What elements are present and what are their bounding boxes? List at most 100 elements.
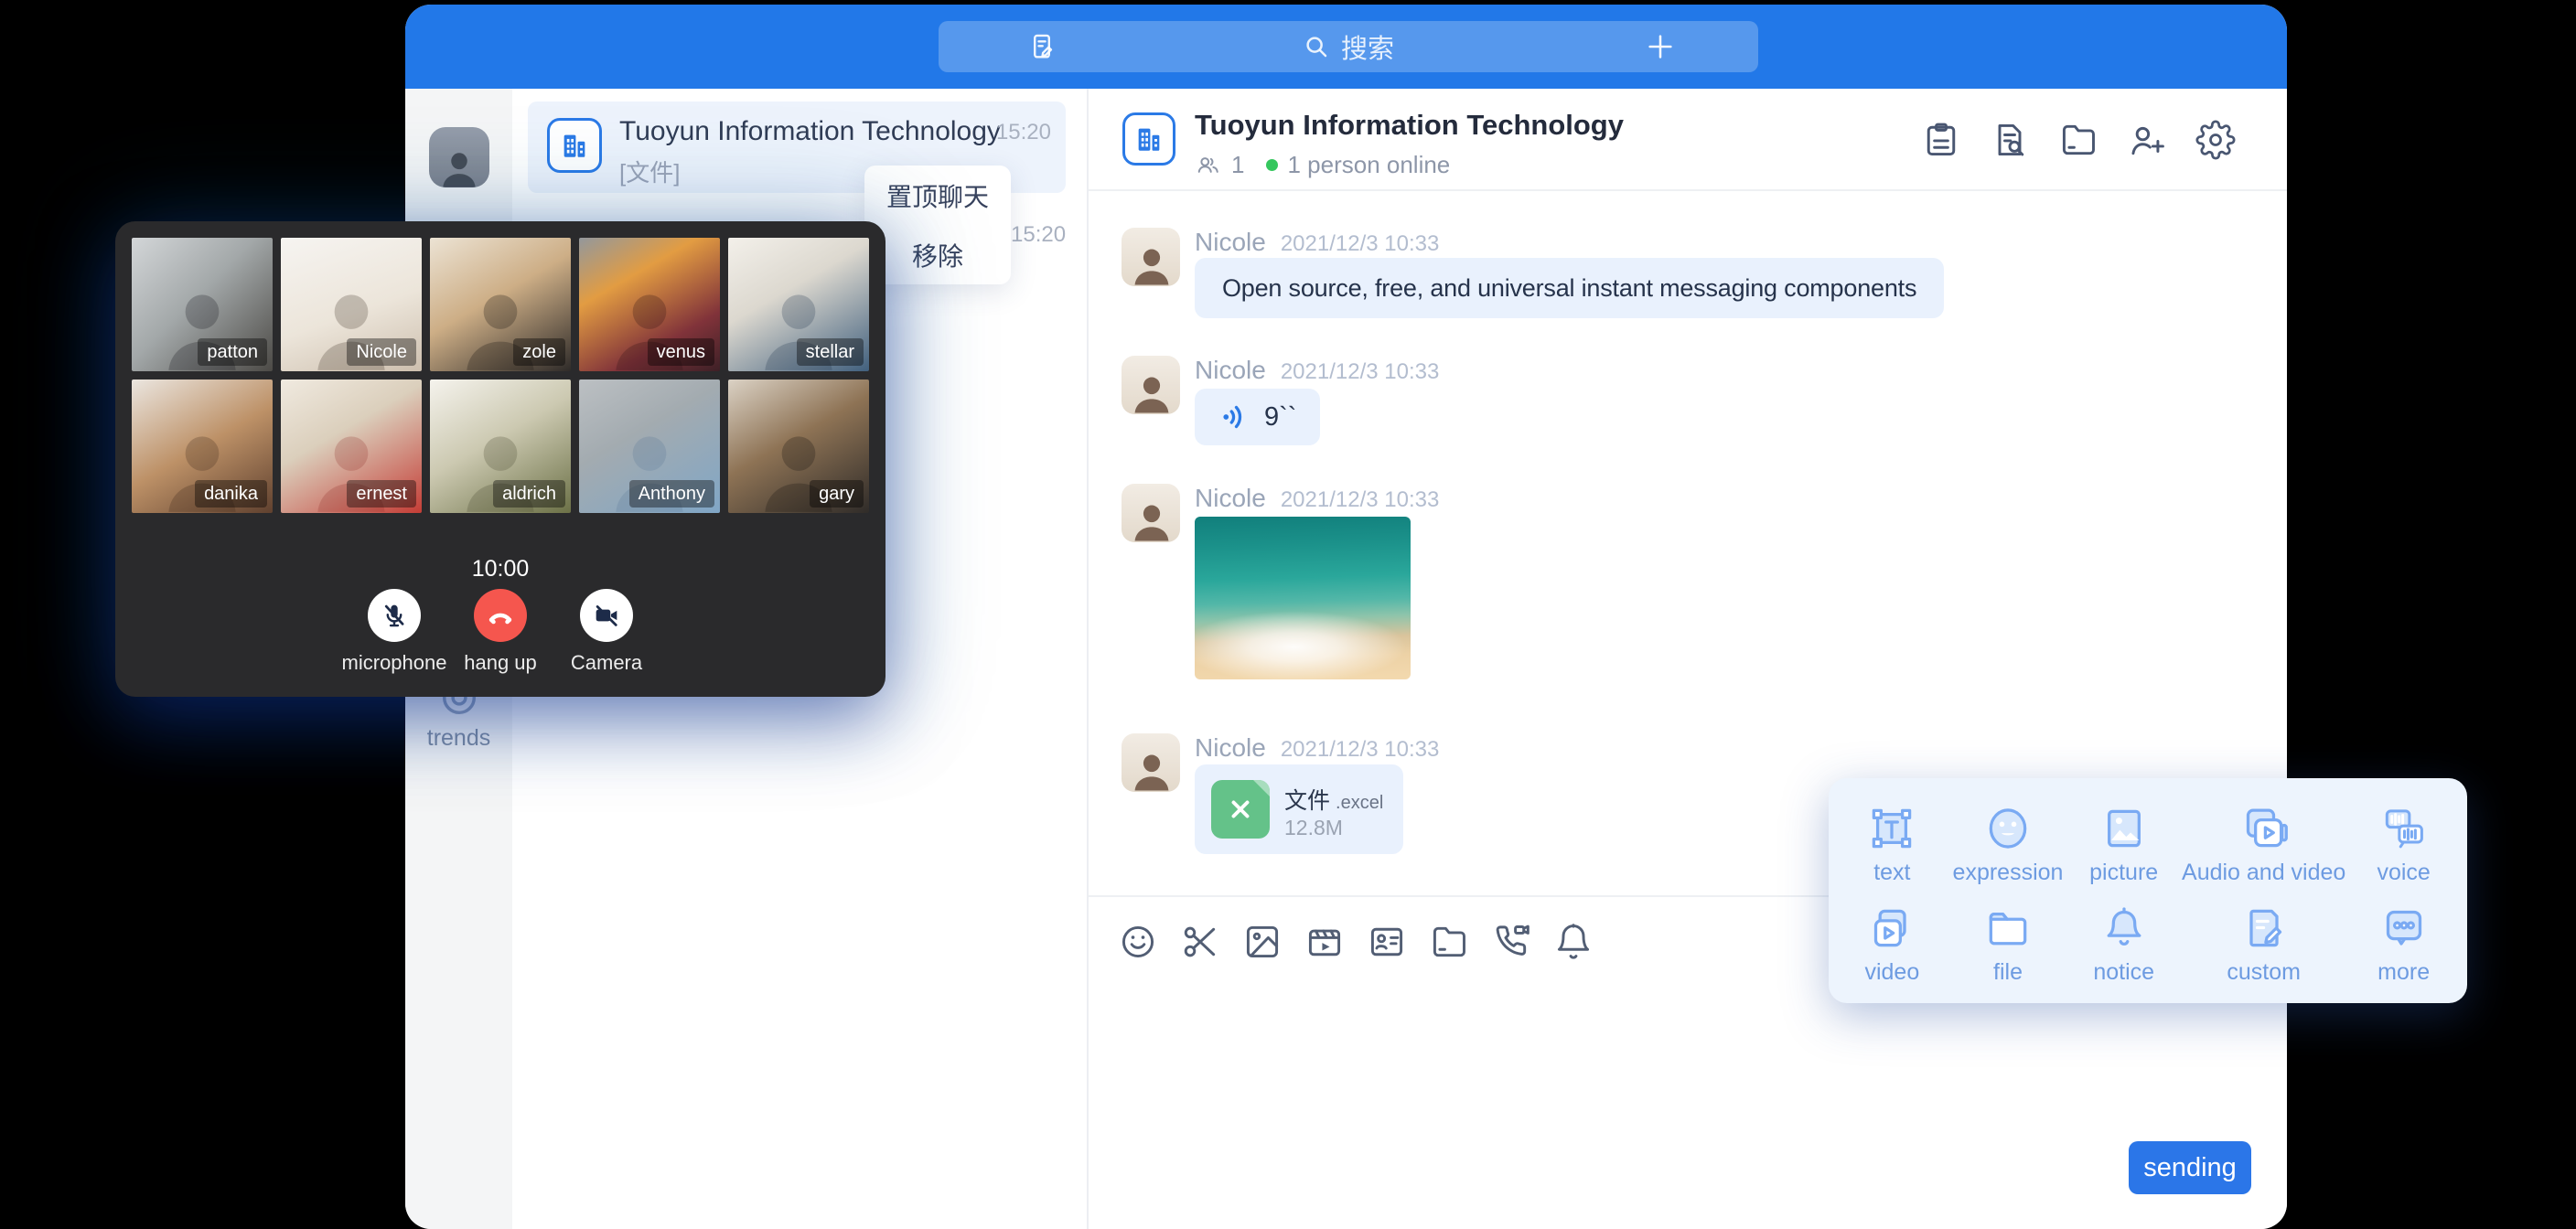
text-icon [1866, 803, 1917, 854]
excel-file-icon [1211, 780, 1270, 839]
app-topbar: 搜索 [405, 5, 2287, 89]
avatar[interactable] [1122, 484, 1180, 542]
audio-video-icon [2238, 803, 2290, 854]
popup-item-audio-video[interactable]: Audio and video [2182, 795, 2345, 894]
participant-video[interactable]: Anthony [579, 379, 720, 513]
participant-video[interactable]: zole [430, 238, 571, 371]
participant-grid: patton Nicole zole venus stellar danika [132, 238, 869, 513]
popup-item-notice[interactable]: notice [2066, 894, 2182, 994]
file-message-bubble[interactable]: 文件.excel 12.8M [1195, 764, 1403, 854]
voice-wave-icon [1218, 401, 1251, 433]
message-meta: Nicole 2021/12/3 10:33 [1195, 228, 1439, 257]
voice-duration: 9`` [1264, 402, 1296, 433]
chat-header-actions [1921, 120, 2236, 160]
camera-off-icon [580, 589, 633, 642]
group-call-panel: patton Nicole zole venus stellar danika [115, 221, 886, 697]
popup-item-file[interactable]: file [1950, 894, 2066, 994]
online-status-dot [1266, 159, 1278, 171]
popup-item-expression[interactable]: expression [1950, 795, 2066, 894]
group-avatar-icon [1122, 112, 1175, 166]
participant-video[interactable]: patton [132, 238, 273, 371]
call-timer: 10:00 [115, 556, 886, 582]
participant-video[interactable]: Nicole [281, 238, 422, 371]
picture-icon [2098, 803, 2150, 854]
more-icon [2378, 903, 2430, 954]
chat-header: Tuoyun Information Technology 1 1 person… [1089, 89, 2287, 191]
microphone-toggle-button[interactable]: microphone [350, 589, 438, 675]
file-folder-icon[interactable] [1429, 922, 1469, 962]
camera-toggle-button[interactable]: Camera [563, 589, 650, 675]
members-icon [1195, 152, 1222, 179]
files-folder-icon[interactable] [2058, 120, 2098, 160]
chat-title: Tuoyun Information Technology [1195, 109, 1624, 142]
participant-video[interactable]: aldrich [430, 379, 571, 513]
message-meta: Nicole 2021/12/3 10:33 [1195, 484, 1439, 513]
search-bar[interactable]: 搜索 [939, 21, 1758, 72]
notification-bell-icon[interactable] [1553, 922, 1594, 962]
text-message-bubble: Open source, free, and universal instant… [1195, 258, 1944, 318]
menu-item-pin-chat[interactable]: 置顶聊天 [864, 166, 1011, 225]
hang-up-button[interactable]: hang up [456, 589, 544, 675]
file-size: 12.8M [1284, 816, 1343, 840]
emoji-icon[interactable] [1118, 922, 1158, 962]
participant-video[interactable]: ernest [281, 379, 422, 513]
microphone-muted-icon [368, 589, 421, 642]
video-clapper-icon[interactable] [1304, 922, 1345, 962]
popup-item-custom[interactable]: custom [2182, 894, 2345, 994]
search-field[interactable]: 搜索 [939, 21, 1758, 72]
participant-name: zole [513, 338, 565, 366]
screenshot-scissors-icon[interactable] [1180, 922, 1220, 962]
participant-name: patton [198, 338, 267, 366]
participant-name: danika [195, 480, 267, 508]
conversation-time: 15:20 [1011, 222, 1066, 248]
image-icon[interactable] [1242, 922, 1283, 962]
popup-item-video[interactable]: video [1834, 894, 1950, 994]
settings-gear-icon[interactable] [2195, 120, 2236, 160]
file-folder-icon [1982, 903, 2034, 954]
chat-history-search-icon[interactable] [1990, 120, 2030, 160]
call-controls: microphone hang up [115, 589, 886, 675]
sender-name: Nicole [1195, 356, 1266, 385]
menu-item-remove[interactable]: 移除 [864, 225, 1011, 284]
group-avatar-icon [547, 118, 602, 173]
conversation-time: 15:20 [996, 120, 1051, 145]
popup-item-more[interactable]: more [2345, 894, 2462, 994]
image-message-beach-photo[interactable] [1195, 517, 1411, 679]
control-label: microphone [342, 651, 447, 675]
board-icon[interactable] [1921, 120, 1961, 160]
participant-name: venus [648, 338, 714, 366]
participant-name: Nicole [347, 338, 416, 366]
send-button[interactable]: sending [2129, 1141, 2251, 1194]
control-label: hang up [464, 651, 537, 675]
message-meta: Nicole 2021/12/3 10:33 [1195, 733, 1439, 763]
popup-item-voice[interactable]: voice [2345, 795, 2462, 894]
voice-icon [2378, 803, 2430, 854]
sender-name: Nicole [1195, 733, 1266, 763]
conversation-context-menu: 置顶聊天 移除 [864, 166, 1011, 284]
voice-message-bubble[interactable]: 9`` [1195, 389, 1320, 445]
avatar[interactable] [1122, 228, 1180, 286]
add-icon[interactable] [1645, 31, 1676, 62]
sender-name: Nicole [1195, 484, 1266, 513]
participant-name: stellar [797, 338, 864, 366]
avatar[interactable] [1122, 733, 1180, 792]
participant-video[interactable]: venus [579, 238, 720, 371]
expression-icon [1982, 803, 2034, 854]
popup-item-text[interactable]: text [1834, 795, 1950, 894]
message-timestamp: 2021/12/3 10:33 [1281, 737, 1440, 763]
participant-video[interactable]: danika [132, 379, 273, 513]
contact-card-icon[interactable] [1367, 922, 1407, 962]
desktop-background: 搜索 t [0, 0, 2576, 1229]
participant-name: gary [810, 480, 864, 508]
user-avatar[interactable] [429, 127, 489, 187]
avatar[interactable] [1122, 356, 1180, 414]
participant-video[interactable]: gary [728, 379, 869, 513]
popup-item-picture[interactable]: picture [2066, 795, 2182, 894]
add-member-icon[interactable] [2127, 120, 2167, 160]
conversation-last-message: [文件] [619, 155, 680, 188]
online-status-text: 1 person online [1287, 151, 1450, 179]
video-call-icon[interactable] [1491, 922, 1531, 962]
sender-name: Nicole [1195, 228, 1266, 257]
search-placeholder: 搜索 [1341, 27, 1394, 66]
participant-video[interactable]: stellar [728, 238, 869, 371]
